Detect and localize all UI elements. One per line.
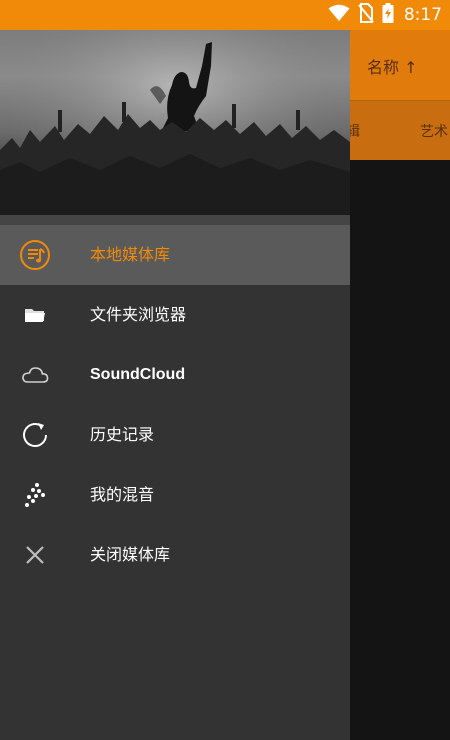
menu-item-label: 历史记录 — [90, 425, 155, 444]
tab-artist[interactable]: 艺术 — [420, 121, 448, 141]
menu-item-local-library[interactable]: 本地媒体库 — [0, 225, 350, 285]
status-icons: 8:17 — [328, 0, 442, 30]
battery-charging-icon — [382, 3, 394, 27]
cloud-icon — [19, 360, 51, 390]
menu-item-label: SoundCloud — [90, 366, 186, 383]
concert-crowd-photo — [0, 30, 350, 215]
folder-icon — [19, 300, 51, 330]
background-app: 名称 ↑ 辑 艺术 — [346, 30, 450, 740]
close-icon — [19, 540, 51, 570]
menu-item-my-mixes[interactable]: 我的混音 — [0, 465, 350, 525]
navigation-drawer: 本地媒体库 文件夹浏览器 SoundCloud 历史记录 我的混音 关闭媒体库 — [0, 30, 350, 740]
history-icon — [19, 420, 51, 450]
menu-item-label: 我的混音 — [90, 485, 155, 504]
drawer-header-image — [0, 30, 350, 215]
music-library-icon — [19, 240, 51, 270]
mix-dots-icon — [19, 480, 51, 510]
menu-item-folder-browser[interactable]: 文件夹浏览器 — [0, 285, 350, 345]
background-toolbar: 名称 ↑ — [350, 30, 450, 100]
sort-button[interactable]: 名称 ↑ — [367, 54, 418, 78]
drawer-menu: 本地媒体库 文件夹浏览器 SoundCloud 历史记录 我的混音 关闭媒体库 — [0, 225, 350, 585]
status-bar: 8:17 — [0, 0, 450, 30]
menu-item-label: 本地媒体库 — [90, 245, 171, 264]
header-divider — [0, 215, 350, 225]
menu-item-soundcloud[interactable]: SoundCloud — [0, 345, 350, 405]
menu-item-label: 文件夹浏览器 — [90, 305, 187, 324]
status-time: 8:17 — [403, 5, 442, 25]
menu-item-close-library[interactable]: 关闭媒体库 — [0, 525, 350, 585]
menu-item-label: 关闭媒体库 — [90, 545, 171, 564]
menu-item-history[interactable]: 历史记录 — [0, 405, 350, 465]
wifi-icon — [328, 4, 350, 26]
background-tabs: 辑 艺术 — [346, 100, 450, 160]
no-sim-icon — [358, 3, 374, 27]
